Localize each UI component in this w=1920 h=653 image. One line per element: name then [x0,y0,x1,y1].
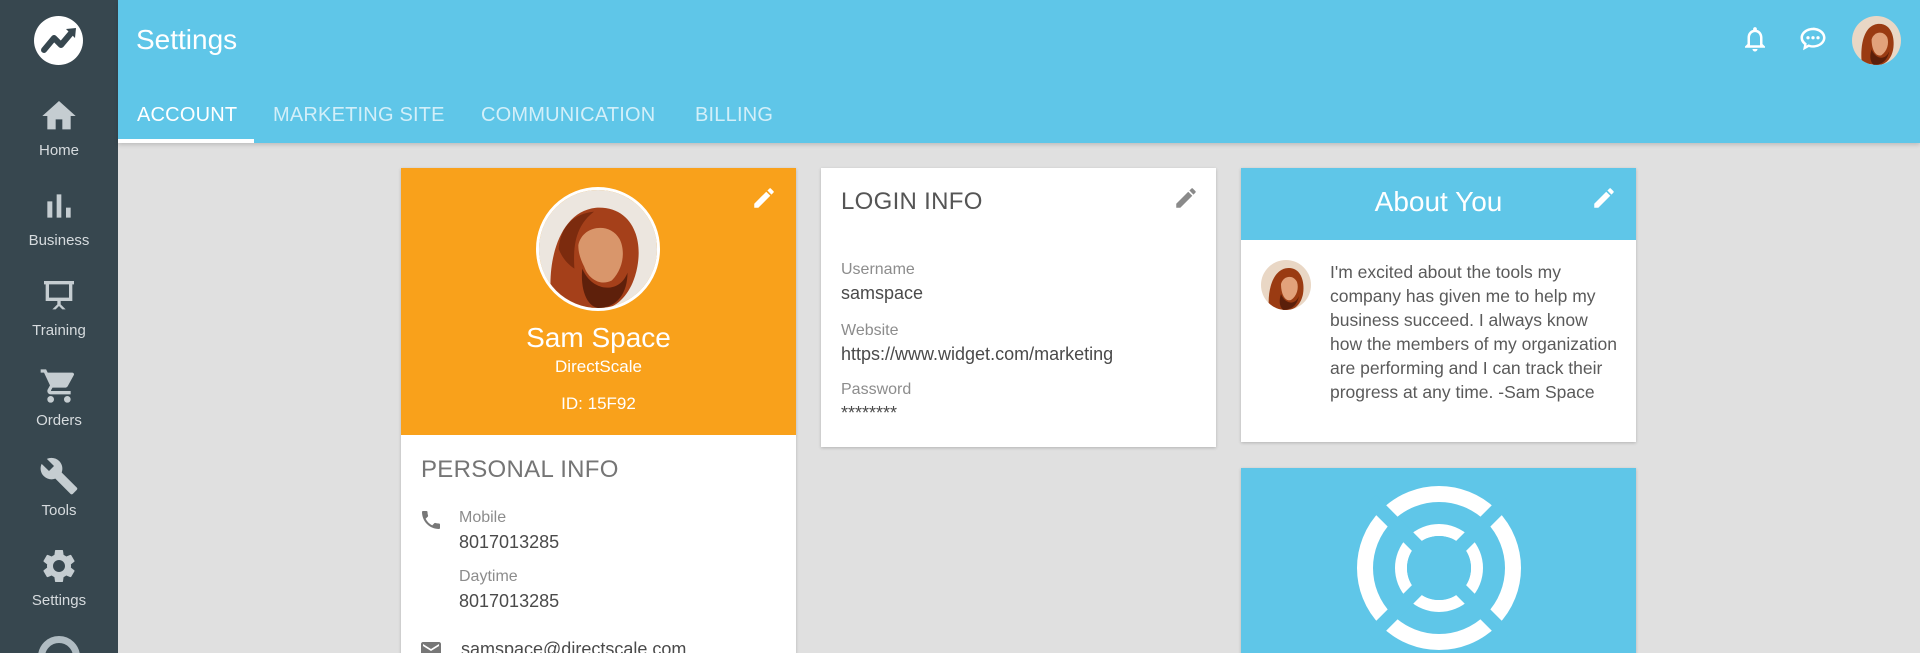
about-card: About You I'm excited about the tools my… [1241,168,1636,442]
profile-id: ID: 15F92 [561,394,636,413]
presentation-icon [44,281,74,310]
bar-chart-icon [47,194,71,218]
daytime-label: Daytime [459,568,518,585]
username-value: samspace [841,283,924,303]
active-tab-indicator [118,139,254,143]
sidebar-item-training[interactable]: Training [0,276,118,362]
about-title: About You [1374,186,1503,217]
pencil-icon [1594,188,1614,208]
daytime-value: 8017013285 [459,591,560,611]
website-value[interactable]: https://www.widget.com/marketing [841,344,1113,365]
mobile-label: Mobile [459,509,507,526]
profile-company: DirectScale [555,357,642,376]
password-value: ******** [841,403,898,423]
profile-name: Sam Space [526,322,671,353]
page-title: Settings [136,24,238,55]
sidebar-item-tools[interactable]: Tools [0,456,118,542]
sidebar-item-label: Business [28,232,90,249]
sidebar-item-home[interactable]: Home [0,96,118,182]
wrench-icon [40,457,78,495]
login-info-title: LOGIN INFO [841,188,983,215]
sidebar-item-label: Orders [36,412,82,429]
password-label: Password [841,381,912,398]
sidebar-item-settings[interactable]: Settings [0,546,118,632]
website-label: Website [841,322,899,339]
bell-icon[interactable] [1740,24,1770,54]
pencil-icon [754,188,774,208]
edit-profile-button[interactable] [751,185,777,211]
about-avatar [1261,260,1311,310]
gear-icon [43,549,75,582]
phone-icon [419,508,443,537]
profile-card: Sam Space DirectScale ID: 15F92 PERSONAL… [401,168,796,653]
tab-communication[interactable]: COMMUNICATION [481,104,655,127]
mobile-value: 8017013285 [459,532,560,552]
sidebar-item-orders[interactable]: Orders [0,366,118,452]
trend-logo-icon [41,28,76,53]
home-icon [42,101,76,130]
tab-billing[interactable]: BILLING [695,104,773,127]
email-value: samspace@directscale.com [461,639,687,653]
sidebar-item-business[interactable]: Business [0,186,118,272]
username-label: Username [841,261,915,278]
profile-header: Sam Space DirectScale ID: 15F92 [401,168,796,435]
chat-icon[interactable] [1798,24,1828,54]
cart-icon [40,369,75,403]
sidebar-item-label: Settings [31,592,87,609]
support-card[interactable] [1241,468,1636,653]
app-logo[interactable] [34,16,83,65]
tab-account[interactable]: ACCOUNT [137,104,237,127]
personal-info-title: PERSONAL INFO [421,456,619,483]
user-avatar[interactable] [1852,16,1901,65]
pencil-icon [1176,188,1196,208]
about-text: I'm excited about the tools my company h… [1330,262,1617,402]
profile-photo [536,187,660,311]
edit-about-button[interactable] [1591,185,1617,211]
edit-login-button[interactable] [1173,185,1199,211]
lifebuoy-icon [1357,486,1521,653]
sidebar-item-label: Training [32,322,86,339]
top-app-bar: Settings ACCOUNT MARKETING SITE COMMUNIC… [118,0,1920,143]
tab-marketing-site[interactable]: MARKETING SITE [273,104,445,127]
email-icon [419,638,443,653]
sidebar-item-label: Tools [41,502,77,519]
sidebar-item-label: Home [38,142,79,159]
login-info-card: LOGIN INFO Username samspace Website htt… [821,168,1216,447]
sidebar: Home Business Training Orders Tools Sett… [0,0,118,653]
support-icon[interactable] [38,636,80,653]
about-header: About You [1241,168,1636,240]
